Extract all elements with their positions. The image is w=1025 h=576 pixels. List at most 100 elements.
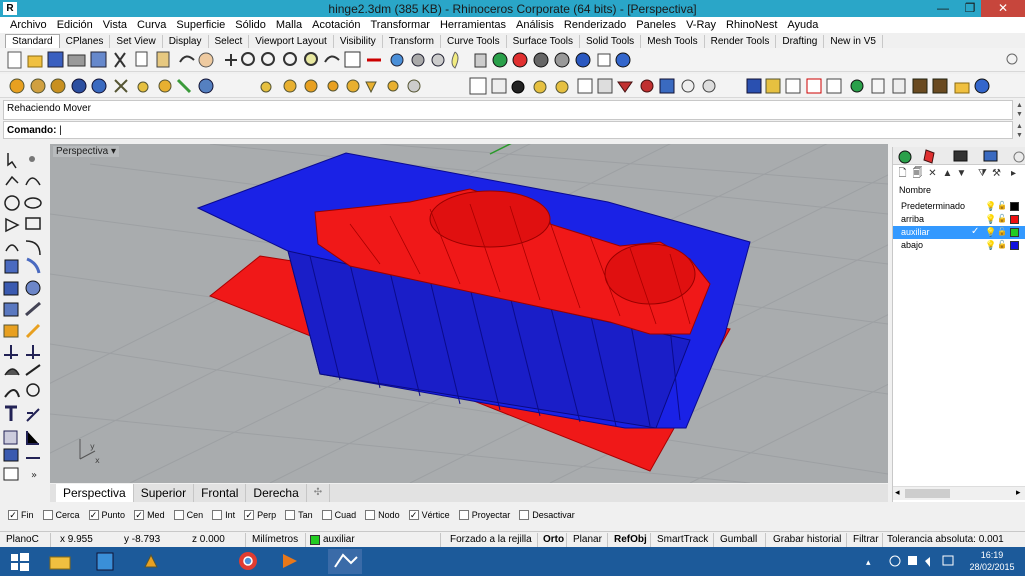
panel-tab-icons[interactable] bbox=[893, 147, 1025, 165]
menu-curva[interactable]: Curva bbox=[132, 19, 171, 31]
plugin-toolbar-icons[interactable] bbox=[0, 74, 1025, 98]
scroll-left-icon[interactable]: ◂ bbox=[895, 487, 900, 498]
current-layer-check-icon[interactable]: ✓ bbox=[971, 226, 979, 237]
osnap-cen[interactable]: Cen bbox=[173, 510, 203, 520]
light-bulb-icon[interactable]: 💡 bbox=[985, 240, 996, 250]
osnap-nodo[interactable]: Nodo bbox=[365, 510, 400, 520]
minimize-button[interactable]: — bbox=[930, 0, 956, 17]
status-smarttrack[interactable]: SmartTrack bbox=[657, 534, 708, 545]
status-filter[interactable]: Filtrar bbox=[853, 534, 879, 545]
layer-tools-icon[interactable]: ⚒ bbox=[991, 168, 1002, 179]
standard-toolbar-icons[interactable] bbox=[0, 48, 1025, 72]
left-toolbar-icons[interactable]: » bbox=[0, 145, 48, 485]
add-viewport-icon[interactable]: ✣ bbox=[307, 484, 331, 502]
unlock-icon[interactable]: 🔓 bbox=[997, 214, 1007, 224]
checkbox-med[interactable]: ✓ bbox=[134, 510, 145, 520]
status-snap-grid[interactable]: Forzado a la rejilla bbox=[450, 534, 532, 545]
light-bulb-icon[interactable]: 💡 bbox=[985, 214, 996, 224]
maximize-button[interactable]: ❐ bbox=[957, 0, 983, 17]
unlock-icon[interactable]: 🔓 bbox=[997, 227, 1007, 237]
osnap-desactivar[interactable]: Desactivar bbox=[519, 510, 575, 520]
panel-horizontal-scrollbar[interactable]: ◂ ▸ bbox=[893, 486, 1025, 500]
menu-malla[interactable]: Malla bbox=[271, 19, 307, 31]
command-line[interactable]: Comando: | bbox=[3, 121, 1013, 139]
layer-color-swatch[interactable] bbox=[1010, 241, 1019, 250]
menu-edicion[interactable]: Edición bbox=[52, 19, 98, 31]
tab-new-in-v5[interactable]: New in V5 bbox=[824, 35, 883, 48]
command-scroll[interactable]: ▲ ▼ bbox=[1015, 122, 1024, 140]
menu-acotacion[interactable]: Acotación bbox=[307, 19, 365, 31]
menu-vista[interactable]: Vista bbox=[98, 19, 132, 31]
osnap-punto[interactable]: ✓ Punto bbox=[88, 510, 125, 520]
checkbox-perp[interactable]: ✓ bbox=[244, 510, 255, 520]
status-gumball[interactable]: Gumball bbox=[720, 534, 757, 545]
panel-scroll-right-icon[interactable]: ▸ bbox=[1008, 168, 1019, 179]
osnap-med[interactable]: ✓ Med bbox=[134, 510, 165, 520]
tab-viewport-layout[interactable]: Viewport Layout bbox=[249, 35, 334, 48]
menu-vray[interactable]: V-Ray bbox=[681, 19, 721, 31]
status-refobj[interactable]: RefObj bbox=[614, 534, 647, 545]
checkbox-fin[interactable]: ✓ bbox=[8, 510, 18, 520]
scroll-right-icon[interactable]: ▸ bbox=[1016, 487, 1021, 498]
tab-standard[interactable]: Standard bbox=[5, 34, 60, 48]
checkbox-nodo[interactable] bbox=[365, 510, 376, 520]
new-layer-icon[interactable]: 🗋 bbox=[897, 168, 908, 179]
checkbox-proyectar[interactable] bbox=[458, 510, 469, 520]
osnap-tan[interactable]: Tan bbox=[285, 510, 313, 520]
new-sublayer-icon[interactable]: 🗐 bbox=[912, 168, 923, 179]
scroll-thumb[interactable] bbox=[905, 489, 950, 498]
layer-row-arriba[interactable]: arriba 💡 🔓 bbox=[893, 213, 1025, 226]
checkbox-tan[interactable] bbox=[285, 510, 296, 520]
layer-color-swatch[interactable] bbox=[1010, 215, 1019, 224]
layer-color-swatch[interactable] bbox=[1010, 228, 1019, 237]
tab-superior[interactable]: Superior bbox=[134, 484, 195, 502]
viewport-title[interactable]: Perspectiva ▾ bbox=[53, 146, 120, 157]
menu-solido[interactable]: Sólido bbox=[230, 19, 271, 31]
viewport-canvas[interactable]: y x bbox=[50, 144, 888, 483]
filter-icon[interactable]: ⧩ bbox=[977, 168, 988, 179]
checkbox-cen[interactable] bbox=[173, 510, 184, 520]
tab-frontal[interactable]: Frontal bbox=[194, 484, 247, 502]
menu-archivo[interactable]: Archivo bbox=[5, 19, 52, 31]
history-scroll[interactable]: ▲ ▼ bbox=[1015, 101, 1024, 119]
menu-herramientas[interactable]: Herramientas bbox=[435, 19, 511, 31]
tab-mesh-tools[interactable]: Mesh Tools bbox=[641, 35, 705, 48]
layer-row-abajo[interactable]: abajo 💡 🔓 bbox=[893, 239, 1025, 252]
menu-paneles[interactable]: Paneles bbox=[631, 19, 681, 31]
status-record-history[interactable]: Grabar historial bbox=[773, 534, 841, 545]
menu-renderizado[interactable]: Renderizado bbox=[559, 19, 631, 31]
menu-analisis[interactable]: Análisis bbox=[511, 19, 559, 31]
osnap-fin[interactable]: ✓ Fin bbox=[8, 510, 34, 520]
osnap-perp[interactable]: ✓ Perp bbox=[244, 510, 276, 520]
layer-color-swatch[interactable] bbox=[1010, 202, 1019, 211]
move-layer-up-icon[interactable]: ▲ bbox=[942, 168, 953, 179]
tab-render-tools[interactable]: Render Tools bbox=[705, 35, 777, 48]
viewport-menu-arrow-icon[interactable]: ▾ bbox=[111, 146, 116, 157]
osnap-cuad[interactable]: Cuad bbox=[321, 510, 356, 520]
tab-visibility[interactable]: Visibility bbox=[334, 35, 383, 48]
status-planar[interactable]: Planar bbox=[573, 534, 602, 545]
close-button[interactable]: ✕ bbox=[981, 0, 1025, 17]
perspective-viewport[interactable]: y x Perspectiva ▾ bbox=[50, 144, 888, 483]
move-layer-down-icon[interactable]: ▼ bbox=[956, 168, 967, 179]
status-ortho[interactable]: Orto bbox=[543, 534, 564, 545]
delete-layer-icon[interactable]: ✕ bbox=[927, 168, 938, 179]
tab-select[interactable]: Select bbox=[209, 35, 250, 48]
checkbox-desactivar[interactable] bbox=[519, 510, 530, 520]
tab-derecha[interactable]: Derecha bbox=[246, 484, 307, 502]
osnap-int[interactable]: Int bbox=[212, 510, 235, 520]
unlock-icon[interactable]: 🔓 bbox=[997, 201, 1007, 211]
light-bulb-icon[interactable]: 💡 bbox=[985, 227, 996, 237]
checkbox-punto[interactable]: ✓ bbox=[88, 510, 99, 520]
system-clock[interactable]: 16:19 28/02/2015 bbox=[962, 549, 1022, 573]
menu-rhinonest[interactable]: RhinoNest bbox=[721, 19, 782, 31]
checkbox-vertice[interactable]: ✓ bbox=[408, 510, 419, 520]
unlock-icon[interactable]: 🔓 bbox=[997, 240, 1007, 250]
status-layer-swatch[interactable] bbox=[310, 535, 320, 545]
tab-drafting[interactable]: Drafting bbox=[776, 35, 825, 48]
checkbox-cerca[interactable] bbox=[42, 510, 53, 520]
menu-ayuda[interactable]: Ayuda bbox=[782, 19, 823, 31]
tab-display[interactable]: Display bbox=[163, 35, 209, 48]
tab-solid-tools[interactable]: Solid Tools bbox=[580, 35, 642, 48]
status-cplane[interactable]: PlanoC bbox=[6, 534, 39, 545]
